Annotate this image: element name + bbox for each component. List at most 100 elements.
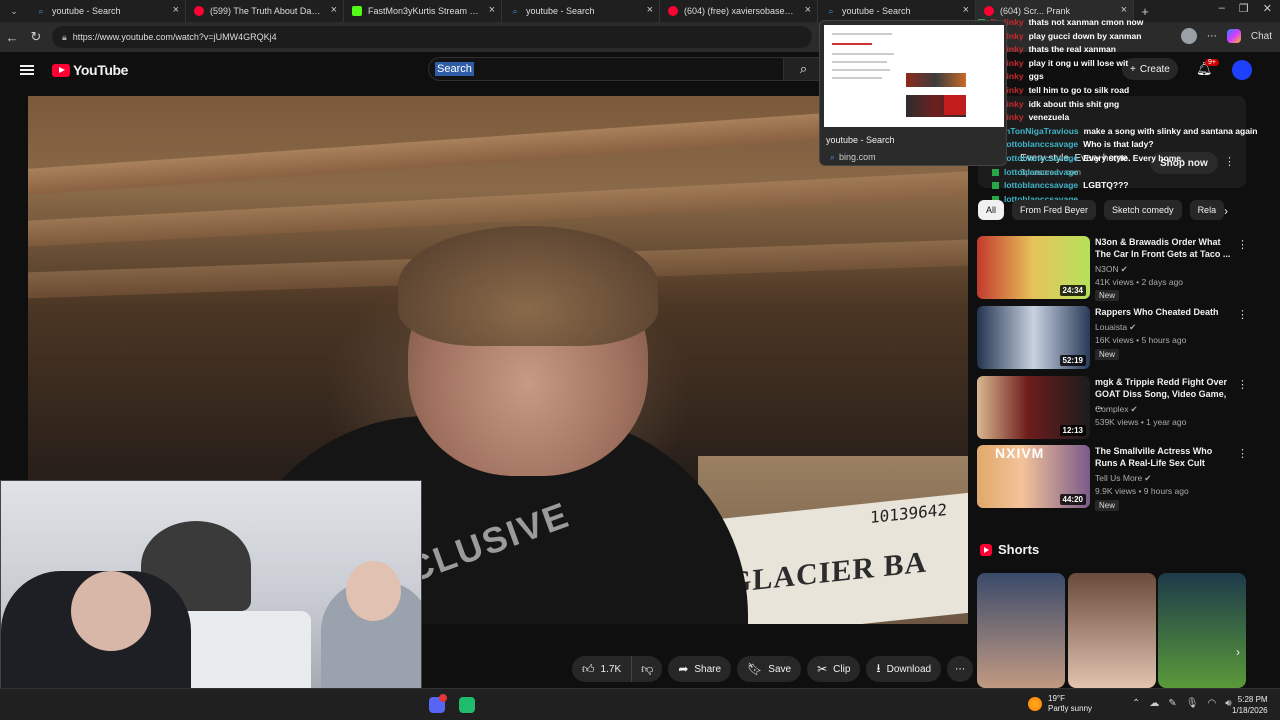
video-thumbnail[interactable]: NXIVM 44:20 xyxy=(977,445,1090,508)
channel-name-text: Tell Us More xyxy=(1095,473,1143,483)
system-clock[interactable]: 5:28 PM 1/18/2026 xyxy=(1232,694,1268,716)
video-scene-hair xyxy=(398,226,658,346)
logo-text: YouTube xyxy=(73,62,129,78)
url-field[interactable]: 🔒︎ https://www.youtube.com/watch?v=jUMW4… xyxy=(52,26,812,48)
lock-icon: 🔒︎ xyxy=(62,31,67,42)
recommended-video[interactable]: 52:19 Rappers Who Cheated Death Louaista… xyxy=(977,306,1248,370)
video-title[interactable]: N3on & Brawadis Order What The Car In Fr… xyxy=(1095,236,1233,260)
channel-name-text: N3ON xyxy=(1095,264,1119,274)
video-thumbnail[interactable]: 12:13 xyxy=(977,376,1090,439)
video-actions: 👍︎ 1.7K 👎︎ ➦ Share 🔖︎ Save ✂ Clip ⭳ Down… xyxy=(572,656,974,682)
video-title[interactable]: The Smallville Actress Who Runs A Real-L… xyxy=(1095,445,1233,469)
close-icon[interactable]: × xyxy=(805,4,811,16)
wifi-icon[interactable]: ◠ xyxy=(1207,698,1216,709)
like-button[interactable]: 👍︎ 1.7K xyxy=(572,656,633,682)
more-vertical-icon[interactable]: ⋮ xyxy=(1237,308,1248,321)
chat-text: Every style. Every home. xyxy=(1083,152,1184,163)
chat-message: lottoblanccsavage xyxy=(992,166,1278,180)
video-thumbnail[interactable]: 52:19 xyxy=(977,306,1090,369)
preview-url-text: bing.com xyxy=(839,152,876,162)
tab-actions-menu-icon[interactable]: ⌄ xyxy=(0,0,28,22)
volume-icon[interactable]: 🔊︎ xyxy=(1225,698,1231,709)
chevron-right-icon[interactable]: › xyxy=(1236,645,1240,659)
close-icon[interactable]: × xyxy=(963,4,969,16)
cloud-icon[interactable]: ☁ xyxy=(1149,698,1159,709)
clock-time: 5:28 PM xyxy=(1237,695,1268,704)
chip-from-channel[interactable]: From Fred Beyer xyxy=(1012,200,1097,220)
microphone-icon[interactable]: 🎙︎ xyxy=(1186,698,1199,709)
new-badge: New xyxy=(1095,290,1120,301)
close-icon[interactable]: × xyxy=(331,4,337,16)
browser-tab[interactable]: FastMon3yKurtis Stream - Watch Liv × xyxy=(344,0,502,22)
search-query: Search xyxy=(435,62,474,76)
close-icon[interactable]: × xyxy=(1121,4,1127,16)
browser-tab[interactable]: (604) (free) xaviersobased + ksuuvi × xyxy=(660,0,818,22)
search-icon: ⌕ xyxy=(830,152,836,162)
video-meta: 9.9K views • 9 hours ago xyxy=(1095,486,1189,496)
menu-icon[interactable] xyxy=(20,65,34,75)
recommended-video[interactable]: 24:34 N3on & Brawadis Order What The Car… xyxy=(977,236,1248,301)
youtube-logo[interactable]: YouTube xyxy=(52,62,128,78)
minimize-icon[interactable]: – xyxy=(1219,2,1225,15)
channel-name[interactable]: N3ON ✔ xyxy=(1095,264,1128,275)
close-icon[interactable]: × xyxy=(173,4,179,16)
chat-text: thats not xanman cmon now xyxy=(1028,17,1144,27)
weather-widget[interactable]: 19°F Partly sunny xyxy=(1028,694,1092,714)
verified-icon: ✔ xyxy=(1144,473,1152,483)
more-actions-button[interactable]: ⋯ xyxy=(947,656,974,682)
chip-related[interactable]: Rela xyxy=(1189,200,1225,220)
reload-icon[interactable]: ↻ xyxy=(24,29,48,45)
video-title[interactable]: Rappers Who Cheated Death xyxy=(1095,306,1233,318)
video-thumbnail[interactable]: 24:34 xyxy=(977,236,1090,299)
search-input[interactable]: Search xyxy=(428,57,784,81)
browser-tab[interactable]: ⌕ youtube - Search × xyxy=(818,0,976,22)
close-icon[interactable]: × xyxy=(489,4,495,16)
short-video[interactable] xyxy=(1158,573,1246,688)
chat-message: 2kslinkyplay gucci down by xanman xyxy=(978,30,1278,44)
short-video[interactable] xyxy=(977,573,1065,688)
share-icon: ➦ xyxy=(678,662,689,676)
chat-message: 2kslinkytell him to go to silk road xyxy=(978,84,1278,98)
tab-label: (604) Scr... Prank xyxy=(1000,6,1071,16)
preview-text-line xyxy=(832,77,882,79)
more-vertical-icon[interactable]: ⋮ xyxy=(1237,238,1248,251)
close-icon[interactable]: × xyxy=(647,4,653,16)
tab-hover-preview[interactable]: youtube - Search ⌕ bing.com xyxy=(819,20,1007,166)
screen: ⌄ ⌕ youtube - Search × (599) The Truth A… xyxy=(0,0,1280,720)
chevron-up-icon[interactable]: ⌃ xyxy=(1132,698,1140,709)
browser-tab[interactable]: ⌕ youtube - Search × xyxy=(28,0,186,22)
preview-text-line xyxy=(832,61,887,63)
stream-chat-overlay: 2kslinkythats not xanman cmon now 2kslin… xyxy=(978,16,1278,206)
channel-name[interactable]: Louaista ✔ xyxy=(1095,322,1136,333)
new-badge: New xyxy=(1095,500,1120,511)
maximize-icon[interactable]: ❐ xyxy=(1239,2,1249,15)
channel-name[interactable]: Tell Us More ✔ xyxy=(1095,473,1151,484)
back-icon[interactable]: ← xyxy=(0,30,24,45)
close-window-icon[interactable]: ✕ xyxy=(1263,2,1272,15)
share-button[interactable]: ➦ Share xyxy=(668,656,732,682)
dislike-button[interactable]: 👎︎ xyxy=(632,656,663,682)
recommended-video[interactable]: NXIVM 44:20 The Smallville Actress Who R… xyxy=(977,445,1248,511)
short-video[interactable] xyxy=(1068,573,1156,688)
more-vertical-icon[interactable]: ⋮ xyxy=(1237,378,1248,391)
download-button[interactable]: ⭳ Download xyxy=(866,656,942,682)
chevron-right-icon[interactable]: › xyxy=(1224,204,1228,218)
browser-tab[interactable]: ⌕ youtube - Search × xyxy=(502,0,660,22)
kick-icon xyxy=(352,6,362,16)
recommended-video[interactable]: 12:13 mgk & Trippie Redd Fight Over GOAT… xyxy=(977,376,1248,440)
save-button[interactable]: 🔖︎ Save xyxy=(737,656,802,682)
browser-tab[interactable]: (599) The Truth About Dark Web Da × xyxy=(186,0,344,22)
search-icon: ⌕ xyxy=(828,6,834,16)
chat-message: 2kslinkyidk about this shit gng xyxy=(978,98,1278,112)
chip-sketch-comedy[interactable]: Sketch comedy xyxy=(1104,200,1182,220)
preview-title: youtube - Search xyxy=(826,135,895,145)
chip-all[interactable]: All xyxy=(978,200,1005,220)
more-vertical-icon[interactable]: ⋮ xyxy=(1237,447,1248,460)
system-tray: ⌃ ☁ ✎ 🎙︎ ◠ 🔊︎ xyxy=(1132,698,1232,709)
chat-message: 2kslinkyvenezuela xyxy=(978,111,1278,125)
clip-button[interactable]: ✂ Clip xyxy=(807,656,861,682)
channel-name[interactable]: Complex ✔ xyxy=(1095,404,1138,415)
app-icon[interactable] xyxy=(459,697,475,713)
search-button[interactable]: ⌕ xyxy=(784,57,824,81)
pen-icon[interactable]: ✎ xyxy=(1168,698,1176,709)
